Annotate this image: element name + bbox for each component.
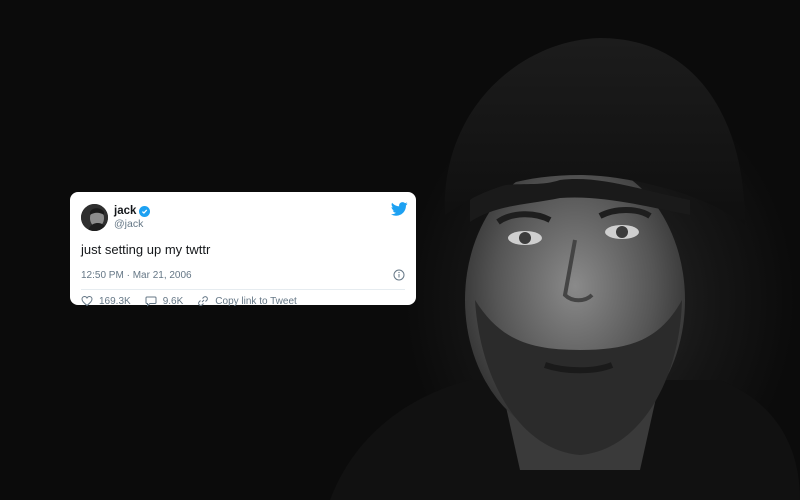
speech-bubble-icon <box>145 296 157 307</box>
copy-link-button[interactable]: Copy link to Tweet <box>197 295 297 307</box>
info-icon[interactable] <box>393 269 405 281</box>
twitter-bird-icon[interactable] <box>391 202 408 216</box>
heart-icon <box>81 295 93 307</box>
like-button[interactable]: 169.3K <box>81 295 131 307</box>
like-count: 169.3K <box>99 295 131 307</box>
tweet-timestamp[interactable]: 12:50 PM · Mar 21, 2006 <box>81 270 192 281</box>
tweet-actions: 169.3K 9.6K Copy link to Tweet <box>81 290 405 312</box>
copy-link-label: Copy link to Tweet <box>215 295 297 307</box>
user-names: jack @jack <box>114 205 151 231</box>
display-name[interactable]: jack <box>114 205 136 218</box>
tweet-card[interactable]: jack @jack just setting up my twttr 12:5… <box>70 192 416 307</box>
user-handle[interactable]: @jack <box>114 218 150 231</box>
reply-button[interactable]: 9.6K <box>145 295 184 307</box>
verified-badge-icon <box>139 205 151 217</box>
tweet-meta: 12:50 PM · Mar 21, 2006 <box>81 268 405 282</box>
tweet-header: jack @jack <box>81 201 408 234</box>
link-icon <box>198 296 209 306</box>
avatar[interactable] <box>81 204 108 231</box>
tweet-text: just setting up my twttr <box>81 242 211 257</box>
reply-count: 9.6K <box>162 295 184 307</box>
